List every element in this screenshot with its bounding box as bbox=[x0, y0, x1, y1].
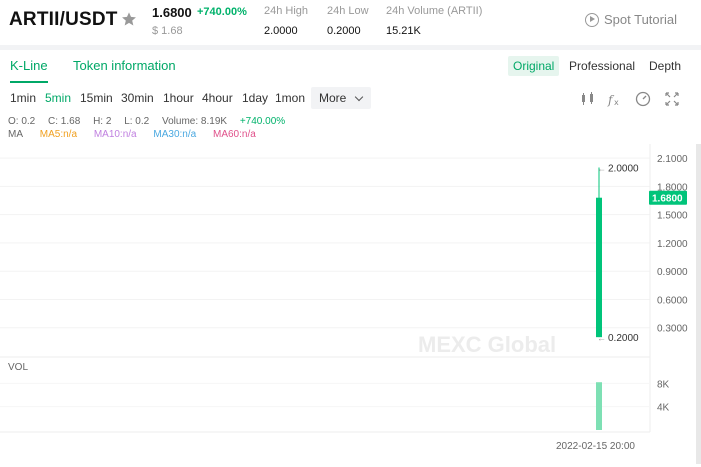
svg-text:x: x bbox=[614, 98, 619, 107]
interval-4hour[interactable]: 4hour bbox=[202, 91, 233, 105]
ohlc-high: H: 2 bbox=[93, 116, 112, 127]
view-professional[interactable]: Professional bbox=[564, 56, 640, 76]
low-marker: ← bbox=[597, 333, 606, 343]
high-label: 2.0000 bbox=[608, 164, 639, 175]
interval-1day[interactable]: 1day bbox=[242, 91, 268, 105]
time-axis-label: 2022-02-15 20:00 bbox=[556, 441, 635, 452]
favorite-star-icon[interactable] bbox=[121, 11, 137, 27]
price-tick-label: 0.6000 bbox=[657, 295, 688, 306]
function-fx-icon[interactable]: f x bbox=[607, 91, 623, 107]
gauge-settings-icon[interactable] bbox=[635, 91, 651, 107]
ma-label: MA bbox=[8, 129, 23, 140]
price-tick-label: 1.5000 bbox=[657, 211, 688, 222]
candlestick-indicator-icon[interactable] bbox=[580, 91, 596, 107]
stat-low-value: 0.2000 bbox=[327, 25, 361, 37]
ohlc-readout: O: 0.2 C: 1.68 H: 2 L: 0.2 Volume: 8.19K… bbox=[8, 116, 295, 127]
interval-15min[interactable]: 15min bbox=[80, 91, 113, 105]
low-label: 0.2000 bbox=[608, 333, 639, 344]
interval-30min[interactable]: 30min bbox=[121, 91, 154, 105]
volume-label: VOL bbox=[8, 362, 29, 373]
kline-chart[interactable]: 2.10001.80001.50001.20000.90000.60000.30… bbox=[0, 144, 701, 467]
ma5-value: MA5:n/a bbox=[39, 129, 78, 140]
price-tick-label: 0.3000 bbox=[657, 324, 688, 335]
chart-toolbar: 1min 5min 15min 30min 1hour 4hour 1day 1… bbox=[0, 86, 701, 112]
volume-tick-label: 4K bbox=[657, 403, 670, 414]
ma10-value: MA10:n/a bbox=[93, 129, 137, 140]
interval-1hour[interactable]: 1hour bbox=[163, 91, 194, 105]
price-tick-label: 1.2000 bbox=[657, 239, 688, 250]
ohlc-volume: Volume: 8.19K bbox=[162, 116, 228, 127]
volume-bar bbox=[596, 382, 602, 430]
more-intervals-dropdown[interactable]: More bbox=[311, 87, 371, 109]
interval-1min[interactable]: 1min bbox=[10, 91, 36, 105]
spot-tutorial-label: Spot Tutorial bbox=[604, 12, 677, 27]
play-circle-icon bbox=[585, 12, 599, 27]
candle-body bbox=[596, 197, 602, 338]
view-original[interactable]: Original bbox=[508, 56, 560, 76]
ohlc-low: L: 0.2 bbox=[124, 116, 150, 127]
chart-tabs: K-Line Token information Original Profes… bbox=[0, 51, 701, 83]
stat-high-label: 24h High bbox=[264, 5, 309, 17]
ma-readout: MA MA5:n/a MA10:n/a MA30:n/a MA60:n/a bbox=[8, 129, 270, 140]
ma30-value: MA30:n/a bbox=[153, 129, 197, 140]
interval-1mon[interactable]: 1mon bbox=[275, 91, 305, 105]
usd-price: $ 1.68 bbox=[152, 25, 183, 37]
interval-5min[interactable]: 5min bbox=[45, 91, 71, 105]
tab-kline[interactable]: K-Line bbox=[10, 58, 48, 83]
volume-tick-label: 8K bbox=[657, 379, 670, 390]
ohlc-change: +740.00% bbox=[239, 116, 286, 127]
stat-high-value: 2.0000 bbox=[264, 25, 298, 37]
stat-low-label: 24h Low bbox=[327, 5, 369, 17]
stat-volume-label: 24h Volume (ARTII) bbox=[386, 5, 483, 17]
price-tick-label: 0.9000 bbox=[657, 267, 688, 278]
divider bbox=[0, 45, 701, 50]
ohlc-close: C: 1.68 bbox=[48, 116, 81, 127]
chevron-down-icon bbox=[354, 92, 364, 102]
price-change: +740.00% bbox=[197, 6, 247, 18]
watermark-text: MEXC Global bbox=[418, 332, 556, 357]
ma60-value: MA60:n/a bbox=[213, 129, 256, 140]
high-marker: ← bbox=[597, 164, 606, 174]
market-header: ARTII/USDT 1.6800 +740.00% $ 1.68 24h Hi… bbox=[0, 0, 701, 46]
stat-volume-value: 15.21K bbox=[386, 25, 421, 37]
tab-token-information[interactable]: Token information bbox=[73, 58, 176, 73]
last-price: 1.6800 bbox=[152, 5, 192, 20]
ohlc-open: O: 0.2 bbox=[8, 116, 36, 127]
more-label: More bbox=[319, 91, 347, 105]
fullscreen-icon[interactable] bbox=[664, 91, 680, 107]
pair-title[interactable]: ARTII/USDT bbox=[9, 9, 118, 31]
price-tick-label: 2.1000 bbox=[657, 154, 688, 165]
current-price-label: 1.6800 bbox=[652, 194, 683, 205]
spot-tutorial-link[interactable]: Spot Tutorial bbox=[585, 12, 677, 27]
scrollbar[interactable] bbox=[696, 144, 701, 464]
view-depth[interactable]: Depth bbox=[644, 56, 686, 76]
